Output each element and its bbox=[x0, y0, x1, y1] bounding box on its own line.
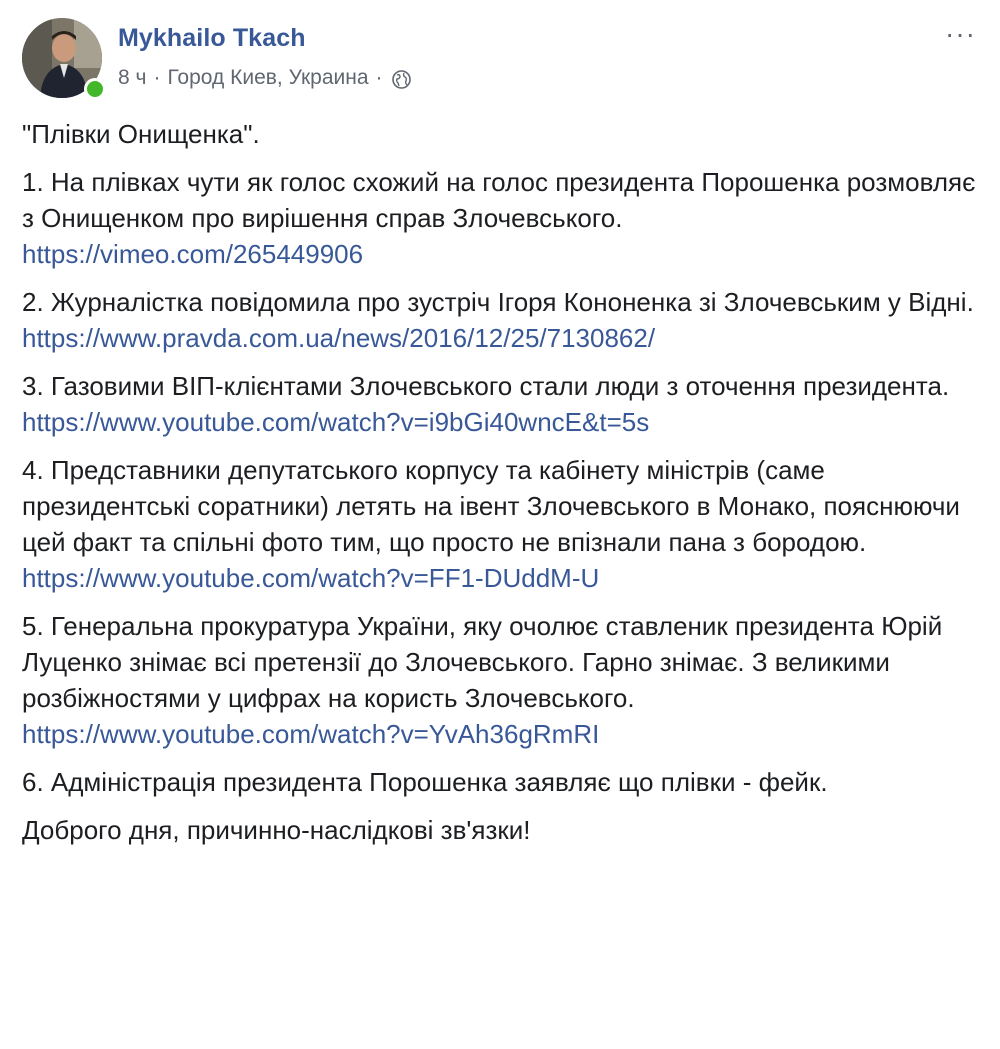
post-item-link[interactable]: https://www.youtube.com/watch?v=FF1-DUdd… bbox=[22, 560, 982, 596]
post-item-6: 6. Адміністрація президента Порошенка за… bbox=[22, 764, 982, 800]
post-meta: 8 ч · Город Киев, Украина · bbox=[118, 66, 411, 90]
post-item-link[interactable]: https://www.youtube.com/watch?v=YvAh36gR… bbox=[22, 716, 982, 752]
meta-separator: · bbox=[375, 66, 383, 89]
post-item-2: 2. Журналістка повідомила про зустріч Іг… bbox=[22, 284, 982, 356]
post-time[interactable]: 8 ч bbox=[118, 66, 146, 90]
post-closing: Доброго дня, причинно-наслідкові зв'язки… bbox=[22, 815, 531, 845]
post-location[interactable]: Город Киев, Украина bbox=[167, 66, 368, 90]
more-options-button[interactable]: ··· bbox=[945, 20, 976, 48]
post-item-1: 1. На плівках чути як голос схожий на го… bbox=[22, 164, 982, 272]
post-item-text: 1. На плівках чути як голос схожий на го… bbox=[22, 167, 976, 233]
online-status-indicator bbox=[84, 78, 106, 100]
post-item-text: 6. Адміністрація президента Порошенка за… bbox=[22, 767, 828, 797]
post-item-text: 4. Представники депутатського корпусу та… bbox=[22, 455, 960, 557]
post-item-link[interactable]: https://vimeo.com/265449906 bbox=[22, 236, 982, 272]
post-title: "Плівки Онищенка". bbox=[22, 119, 260, 149]
avatar-container[interactable] bbox=[22, 18, 106, 100]
meta-separator: · bbox=[153, 66, 161, 89]
post-item-text: 3. Газовими ВІП-клієнтами Злочевського с… bbox=[22, 371, 950, 401]
post-item-link[interactable]: https://www.pravda.com.ua/news/2016/12/2… bbox=[22, 320, 982, 356]
post-body: "Плівки Онищенка". 1. На плівках чути як… bbox=[22, 116, 982, 860]
post-item-3: 3. Газовими ВІП-клієнтами Злочевського с… bbox=[22, 368, 982, 440]
post-item-text: 5. Генеральна прокуратура України, яку о… bbox=[22, 611, 943, 713]
author-name[interactable]: Mykhailo Tkach bbox=[118, 24, 306, 53]
post-item-5: 5. Генеральна прокуратура України, яку о… bbox=[22, 608, 982, 752]
post-item-4: 4. Представники депутатського корпусу та… bbox=[22, 452, 982, 596]
post-item-link[interactable]: https://www.youtube.com/watch?v=i9bGi40w… bbox=[22, 404, 982, 440]
post-header: Mykhailo Tkach 8 ч · Город Киев, Украина… bbox=[22, 18, 982, 102]
globe-icon[interactable] bbox=[391, 69, 411, 89]
post-item-text: 2. Журналістка повідомила про зустріч Іг… bbox=[22, 287, 974, 317]
